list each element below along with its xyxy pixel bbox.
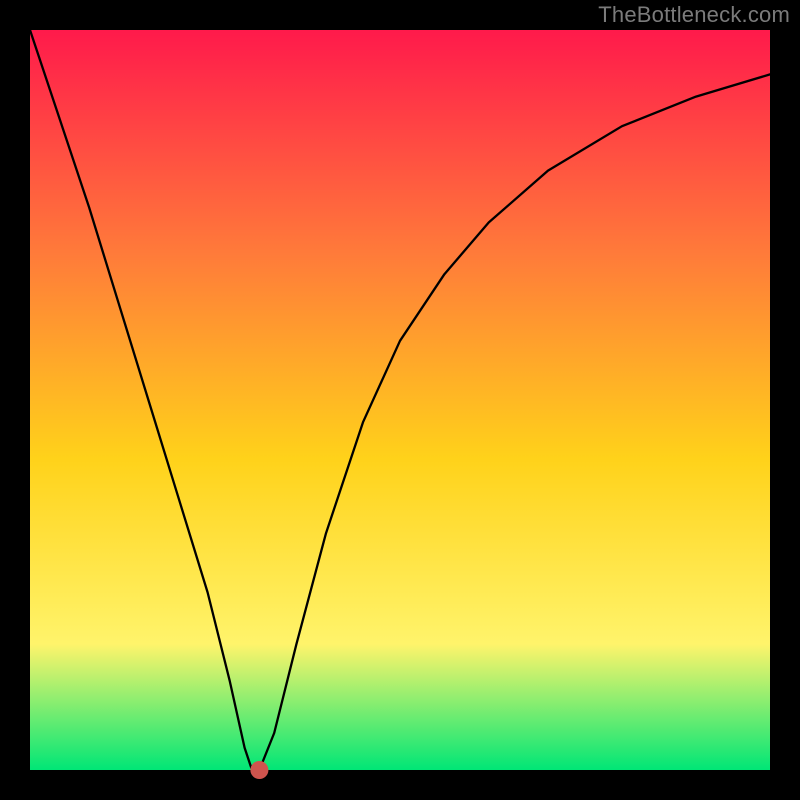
bottleneck-chart	[0, 0, 800, 800]
optimal-point-marker	[250, 761, 268, 779]
chart-frame: TheBottleneck.com	[0, 0, 800, 800]
gradient-background	[30, 30, 770, 770]
